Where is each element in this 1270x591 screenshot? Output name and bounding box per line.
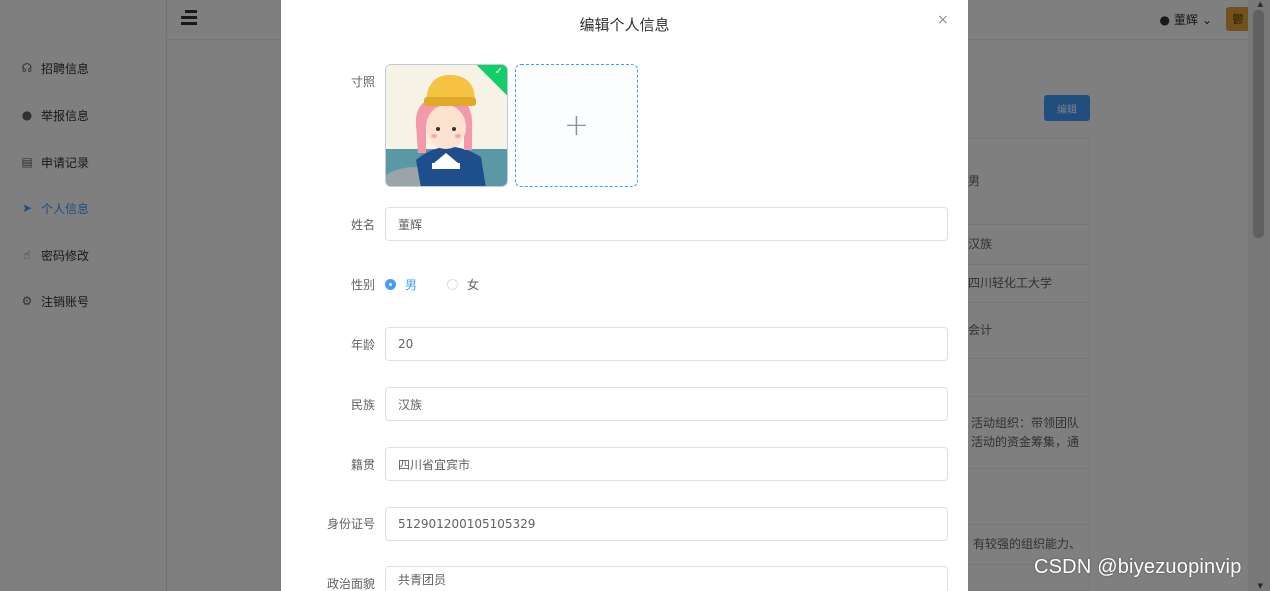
photo-label: 寸照 — [350, 75, 375, 89]
political-status-value: 共青团员 — [398, 572, 447, 587]
age-label: 年龄 — [350, 338, 375, 352]
gender-label: 性别 — [350, 278, 375, 292]
radio-dot-icon — [447, 279, 459, 290]
avatar-illustration — [386, 65, 507, 186]
ethnicity-input[interactable]: 汉族 — [385, 387, 948, 421]
gender-female-radio[interactable]: 女 — [447, 276, 479, 293]
check-icon: ✓ — [494, 66, 503, 77]
name-input[interactable]: 董辉 — [385, 207, 948, 241]
gender-radio-group: 男 女 — [385, 276, 509, 293]
hometown-label: 籍贯 — [350, 458, 375, 472]
dialog-title: 编辑个人信息 — [579, 16, 670, 34]
gender-male-radio[interactable]: 男 — [385, 276, 417, 293]
close-icon[interactable]: × — [937, 12, 949, 28]
edit-profile-dialog: 编辑个人信息 × 寸照 ✓ + 姓名 董辉 性别 男 女 年龄 20 民族 汉族… — [281, 0, 968, 591]
plus-icon: + — [563, 108, 590, 143]
profile-photo[interactable]: ✓ — [385, 64, 508, 187]
radio-dot-icon — [385, 279, 396, 290]
radio-label: 女 — [467, 278, 480, 292]
age-input[interactable]: 20 — [385, 327, 948, 361]
hometown-input[interactable]: 四川省宜宾市 — [385, 447, 948, 481]
ethnicity-label: 民族 — [350, 398, 375, 412]
id-number-label: 身份证号 — [326, 517, 375, 531]
watermark: CSDN @biyezuopinvip — [1034, 556, 1242, 578]
political-status-input[interactable]: 共青团员 — [385, 566, 948, 591]
name-label: 姓名 — [350, 218, 375, 232]
id-number-input[interactable]: 512901200105105329 — [385, 507, 948, 541]
radio-label: 男 — [405, 278, 418, 292]
political-status-label: 政治面貌 — [326, 577, 375, 591]
hometown-value: 四川省宜宾市 — [398, 457, 471, 472]
photo-upload-button[interactable]: + — [515, 64, 638, 187]
id-number-value: 512901200105105329 — [398, 517, 536, 531]
name-value: 董辉 — [398, 217, 423, 232]
ethnicity-value: 汉族 — [398, 397, 423, 412]
age-value: 20 — [398, 337, 414, 351]
